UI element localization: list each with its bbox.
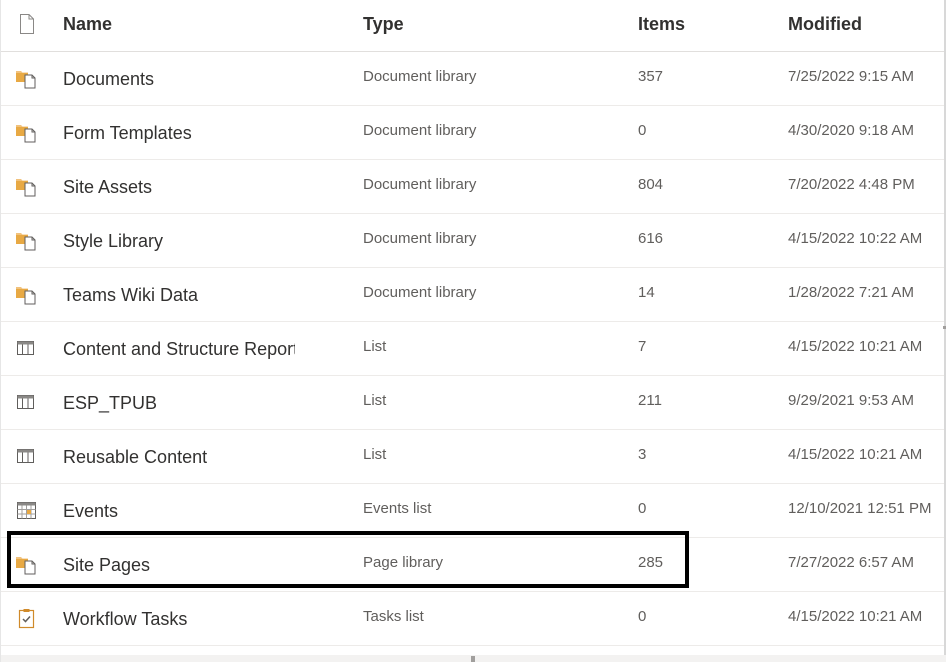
row-name-link[interactable]: Site Pages [63,555,295,576]
row-type: Tasks list [363,608,424,625]
row-modified: 12/10/2021 12:51 PM [788,500,932,517]
table-row[interactable]: Documents Document library 357 7/25/2022… [1,52,944,106]
row-modified: 4/15/2022 10:22 AM [788,230,923,247]
row-type: Document library [363,68,477,85]
page-library-icon [15,553,39,577]
document-library-icon [15,229,39,253]
row-items: 0 [638,500,647,517]
row-items: 0 [638,608,647,625]
file-type-icon[interactable] [17,13,37,35]
row-modified: 1/28/2022 7:21 AM [788,284,914,301]
calendar-icon [15,499,39,523]
row-items: 0 [638,122,647,139]
document-library-icon [15,283,39,307]
row-name-link[interactable]: Site Assets [63,177,295,198]
row-modified: 9/29/2021 9:53 AM [788,392,914,409]
table-row[interactable]: Reusable Content List 3 4/15/2022 10:21 … [1,430,944,484]
list-header: Name Type Items Modified [1,0,944,52]
row-name-link[interactable]: Reusable Content [63,447,295,468]
row-type: List [363,338,387,355]
list-icon [15,445,39,469]
document-library-icon [15,121,39,145]
table-row[interactable]: Form Templates Document library 0 4/30/2… [1,106,944,160]
table-row[interactable]: Site Assets Document library 804 7/20/20… [1,160,944,214]
row-type: List [363,446,387,463]
row-modified: 7/20/2022 4:48 PM [788,176,915,193]
row-type: Document library [363,284,477,301]
row-type: List [363,392,387,409]
table-row[interactable]: Site Pages Page library 285 7/27/2022 6:… [1,538,944,592]
row-name-link[interactable]: ESP_TPUB [63,393,295,414]
document-library-icon [15,175,39,199]
row-modified: 4/15/2022 10:21 AM [788,338,923,355]
tasks-list-icon [15,607,39,631]
row-type: Document library [363,122,477,139]
row-modified: 4/30/2020 9:18 AM [788,122,914,139]
row-name-link[interactable]: Teams Wiki Data [63,285,295,306]
column-header-name[interactable]: Name [63,14,112,35]
row-type: Page library [363,554,444,571]
document-library-icon [15,67,39,91]
row-items: 7 [638,338,647,355]
row-type: Events list [363,500,432,517]
column-header-items[interactable]: Items [638,14,685,35]
row-items: 14 [638,284,655,301]
row-items: 616 [638,230,664,247]
row-name-link[interactable]: Documents [63,69,295,90]
column-header-type[interactable]: Type [363,14,404,35]
row-name-link[interactable]: Workflow Tasks [63,609,295,630]
list-icon [15,391,39,415]
row-items: 3 [638,446,647,463]
table-row[interactable]: Workflow Tasks Tasks list 0 4/15/2022 10… [1,592,944,646]
row-type: Document library [363,176,477,193]
scrollbar-thumb-marker[interactable] [471,656,475,662]
row-name-link[interactable]: Style Library [63,231,295,252]
row-items: 357 [638,68,664,85]
library-list-view: Name Type Items Modified Documents Docum… [0,0,946,662]
row-name-link[interactable]: Events [63,501,295,522]
column-header-modified[interactable]: Modified [788,14,862,35]
row-name-link[interactable]: Form Templates [63,123,295,144]
table-row[interactable]: Teams Wiki Data Document library 14 1/28… [1,268,944,322]
row-modified: 7/25/2022 9:15 AM [788,68,914,85]
list-icon [15,337,39,361]
row-name-link[interactable]: Content and Structure Reports [63,339,295,360]
row-modified: 7/27/2022 6:57 AM [788,554,914,571]
row-items: 804 [638,176,664,193]
table-row[interactable]: Events Events list 0 12/10/2021 12:51 PM [1,484,944,538]
row-type: Document library [363,230,477,247]
row-items: 211 [638,392,662,409]
row-items: 285 [638,554,664,571]
table-row[interactable]: ESP_TPUB List 211 9/29/2021 9:53 AM [1,376,944,430]
row-modified: 4/15/2022 10:21 AM [788,608,923,625]
row-modified: 4/15/2022 10:21 AM [788,446,923,463]
table-row[interactable]: Style Library Document library 616 4/15/… [1,214,944,268]
table-row[interactable]: Content and Structure Reports List 7 4/1… [1,322,944,376]
